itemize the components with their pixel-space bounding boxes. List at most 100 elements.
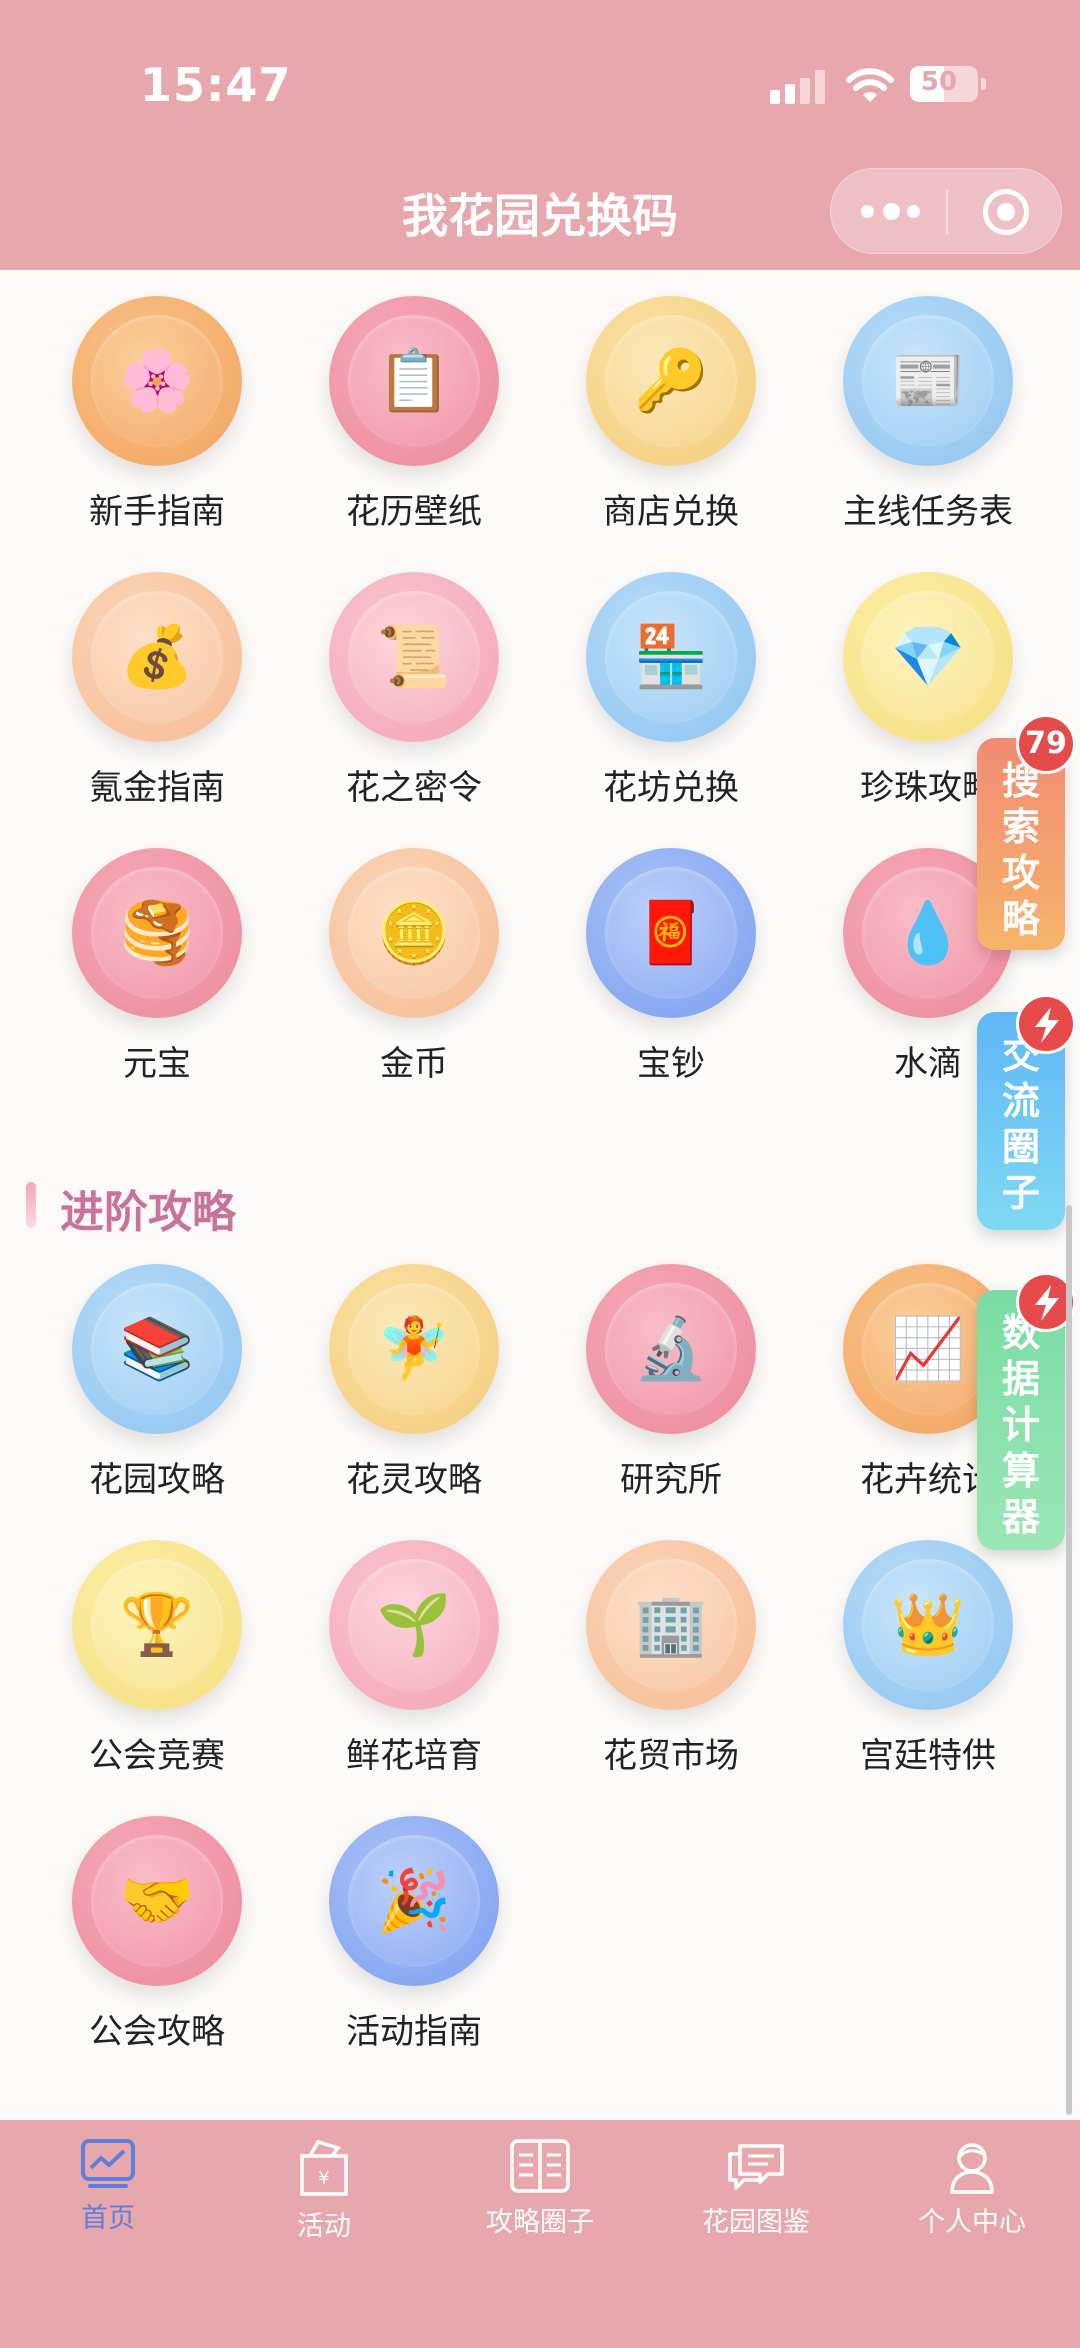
gem-icon: 💎 [862,591,994,723]
party-popper-icon: 🎉 [348,1835,480,1967]
grid-tile[interactable]: 🧧 宝钞 [528,848,784,1108]
tile-circle: 🏢 [586,1540,756,1710]
tile-label: 活动指南 [346,2012,482,2052]
chat-bubbles-icon [728,2144,784,2190]
advanced-grid: 📚 花园攻略 🧚 花灵攻略 🔬 研究所 📈 花卉统计 🏆 公会竞赛 🌱 鲜花培育 🏢 花贸市场 👑 宫廷特供 🤝… [0,1264,1080,2084]
calculator-label: 数据计算器 [1001,1311,1040,1539]
newspaper-icon: 📰 [862,315,994,447]
tile-label: 氪金指南 [89,768,225,808]
tile-circle: 🏪 [586,572,756,742]
microscope-icon: 🔬 [605,1283,737,1415]
battery-level: 50 [920,67,958,97]
wifi-icon [846,68,894,102]
tile-label: 花灵攻略 [346,1460,482,1500]
tile-label: 鲜花培育 [346,1736,482,1776]
key-icon: 🔑 [605,315,737,447]
tile-circle: 🎉 [329,1816,499,1986]
tile-label: 花贸市场 [603,1736,739,1776]
books-icon: 📚 [91,1283,223,1415]
tile-circle: 📰 [843,296,1013,466]
close-mini-program-icon[interactable] [983,189,1029,235]
grid-tile[interactable]: 🏆 公会竞赛 [14,1540,270,1800]
tile-circle: 🧚 [329,1264,499,1434]
tab-bar: 首页 ¥ 活动 攻略圈子 花园图鉴 个人中心 [0,2120,1080,2348]
tab-profile[interactable]: 个人中心 [864,2138,1080,2268]
grid-tile[interactable]: 📜 花之密令 [271,572,527,832]
grid-tile[interactable]: 🧚 花灵攻略 [271,1264,527,1524]
tile-label: 花历壁纸 [346,492,482,532]
tile-circle: 🤝 [72,1816,242,1986]
grid-tile[interactable]: 📰 主线任务表 [785,296,1041,556]
tile-label: 花之密令 [346,768,482,808]
guide-grid: 🌸 新手指南 📋 花历壁纸 🔑 商店兑换 📰 主线任务表 💰 氪金指南 📜 花之密令 🏪 花坊兑换 💎 珍珠攻… [0,296,1080,1116]
grid-tile[interactable]: 💰 氪金指南 [14,572,270,832]
tile-label: 花园攻略 [89,1460,225,1500]
tile-circle: 🥞 [72,848,242,1018]
scrollbar[interactable] [1066,1205,1072,2115]
grid-tile[interactable]: 🪙 金币 [271,848,527,1108]
tile-label: 商店兑换 [603,492,739,532]
convenience-store-icon: 🏪 [605,591,737,723]
chart-icon [81,2139,135,2188]
grid-tile[interactable]: 🥞 元宝 [14,848,270,1108]
tab-garden-encyclopedia[interactable]: 花园图鉴 [648,2138,864,2268]
tile-circle: 💎 [843,572,1013,742]
grid-tile[interactable]: 🏪 花坊兑换 [528,572,784,832]
chart-increasing-icon: 📈 [862,1283,994,1415]
search-guides-label: 搜索攻略 [1001,759,1040,941]
tile-label: 花坊兑换 [603,768,739,808]
tab-label: 花园图鉴 [702,2207,810,2238]
handshake-icon: 🤝 [91,1835,223,1967]
fairy-icon: 🧚 [348,1283,480,1415]
user-icon [950,2143,994,2194]
grid-tile[interactable]: 🤝 公会攻略 [14,1816,270,2076]
grid-tile[interactable]: 👑 宫廷特供 [785,1540,1041,1800]
tile-label: 公会竞赛 [89,1736,225,1776]
lightning-badge-icon [1016,994,1076,1054]
scroll-icon: 📜 [348,591,480,723]
droplet-icon: 💧 [862,867,994,999]
tile-circle: 🌱 [329,1540,499,1710]
tile-circle: 🧧 [586,848,756,1018]
more-icon[interactable] [861,199,921,225]
tile-circle: 🪙 [329,848,499,1018]
tile-circle: 👑 [843,1540,1013,1710]
grid-tile[interactable]: 🔑 商店兑换 [528,296,784,556]
tile-label: 金币 [380,1044,448,1084]
tile-circle: 💰 [72,572,242,742]
grid-tile[interactable]: 🎉 活动指南 [271,1816,527,2076]
grid-tile[interactable]: 📋 花历壁纸 [271,296,527,556]
book-open-icon [510,2139,570,2193]
tab-home[interactable]: 首页 [0,2138,216,2268]
grid-tile[interactable]: 🌱 鲜花培育 [271,1540,527,1800]
advanced-section-header: 进阶攻略 [0,1172,1080,1238]
tab-activity[interactable]: ¥ 活动 [216,2138,432,2268]
community-label: 交流圈子 [1001,1033,1040,1215]
svg-text:¥: ¥ [318,2168,329,2189]
tab-label: 个人中心 [918,2207,1026,2238]
tile-label: 元宝 [123,1044,191,1084]
tile-label: 主线任务表 [843,492,1013,532]
seedling-icon: 🌱 [348,1559,480,1691]
office-building-icon: 🏢 [605,1559,737,1691]
tile-circle: 📋 [329,296,499,466]
tab-label: 攻略圈子 [486,2207,594,2238]
tile-circle: 🌸 [72,296,242,466]
battery-icon: 50 [910,66,978,102]
tile-circle: 🔬 [586,1264,756,1434]
grid-tile[interactable]: 🏢 花贸市场 [528,1540,784,1800]
grid-tile[interactable]: 🔬 研究所 [528,1264,784,1524]
clipboard-icon: 📋 [348,315,480,447]
tile-label: 新手指南 [89,492,225,532]
cherry-blossom-icon: 🌸 [91,315,223,447]
tile-label: 宝钞 [637,1044,705,1084]
grid-tile[interactable]: 🌸 新手指南 [14,296,270,556]
tab-guides-circle[interactable]: 攻略圈子 [432,2138,648,2268]
grid-tile[interactable]: 📚 花园攻略 [14,1264,270,1524]
tile-circle: 🔑 [586,296,756,466]
tile-circle: 📚 [72,1264,242,1434]
tile-label: 研究所 [620,1460,722,1500]
trophy-icon: 🏆 [91,1559,223,1691]
header: 15:47 50 我花园兑换码 [0,0,1080,270]
search-count-badge: 79 [1016,714,1076,774]
